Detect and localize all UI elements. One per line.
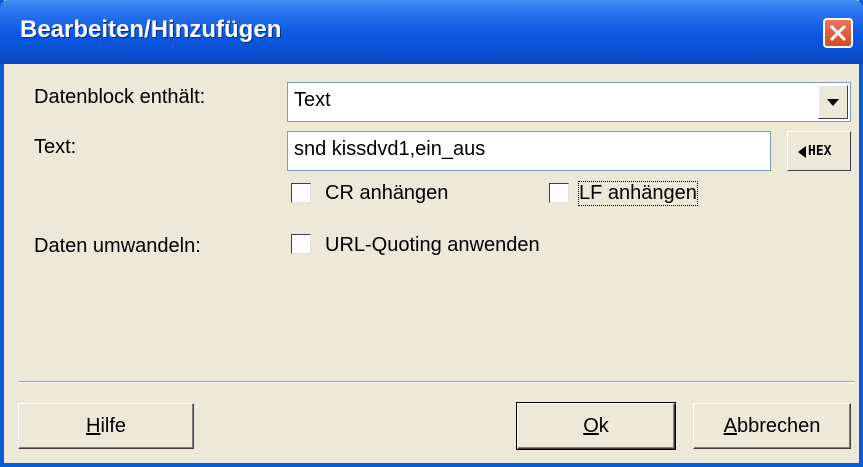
datenblock-select[interactable]: Text	[287, 82, 851, 122]
title-bar[interactable]: Bearbeiten/Hinzufügen	[0, 0, 863, 64]
text-input-value: snd kissdvd1,ein_aus	[294, 138, 486, 160]
cr-checkbox[interactable]	[291, 183, 311, 203]
hex-button[interactable]: HEX	[787, 131, 851, 171]
abbrechen-button[interactable]: Abbrechen	[693, 403, 851, 449]
lf-checkbox-label[interactable]: LF anhängen	[578, 181, 698, 206]
datenblock-select-value: Text	[294, 89, 331, 111]
abbrechen-accel: A	[723, 415, 737, 437]
abbrechen-rest: bbrechen	[736, 415, 821, 437]
url-quoting-checkbox[interactable]	[291, 234, 311, 254]
ok-rest: k	[598, 415, 609, 437]
text-input[interactable]: snd kissdvd1,ein_aus	[287, 131, 771, 171]
left-triangle-icon	[798, 146, 806, 158]
ok-button[interactable]: Ok	[516, 402, 676, 450]
window-title: Bearbeiten/Hinzufügen	[20, 16, 282, 43]
hilfe-accel: H	[85, 415, 101, 437]
ok-accel: O	[583, 415, 599, 437]
datenblock-label: Datenblock enthält:	[34, 86, 206, 108]
dialog-window: Bearbeiten/Hinzufügen Datenblock enthält…	[0, 0, 863, 467]
hilfe-button[interactable]: Hilfe	[18, 403, 194, 449]
url-quoting-checkbox-label[interactable]: URL-Quoting anwenden	[325, 234, 540, 257]
lf-checkbox[interactable]	[549, 183, 569, 203]
daten-umwandeln-label: Daten umwandeln:	[34, 235, 201, 257]
hilfe-rest: ilfe	[100, 415, 127, 437]
text-label: Text:	[34, 136, 77, 158]
close-icon	[829, 24, 847, 42]
cr-checkbox-label[interactable]: CR anhängen	[325, 182, 448, 205]
dropdown-arrow-icon[interactable]	[818, 85, 848, 119]
hex-button-label: HEX	[808, 144, 832, 159]
separator	[18, 381, 855, 383]
close-button[interactable]	[823, 18, 853, 48]
